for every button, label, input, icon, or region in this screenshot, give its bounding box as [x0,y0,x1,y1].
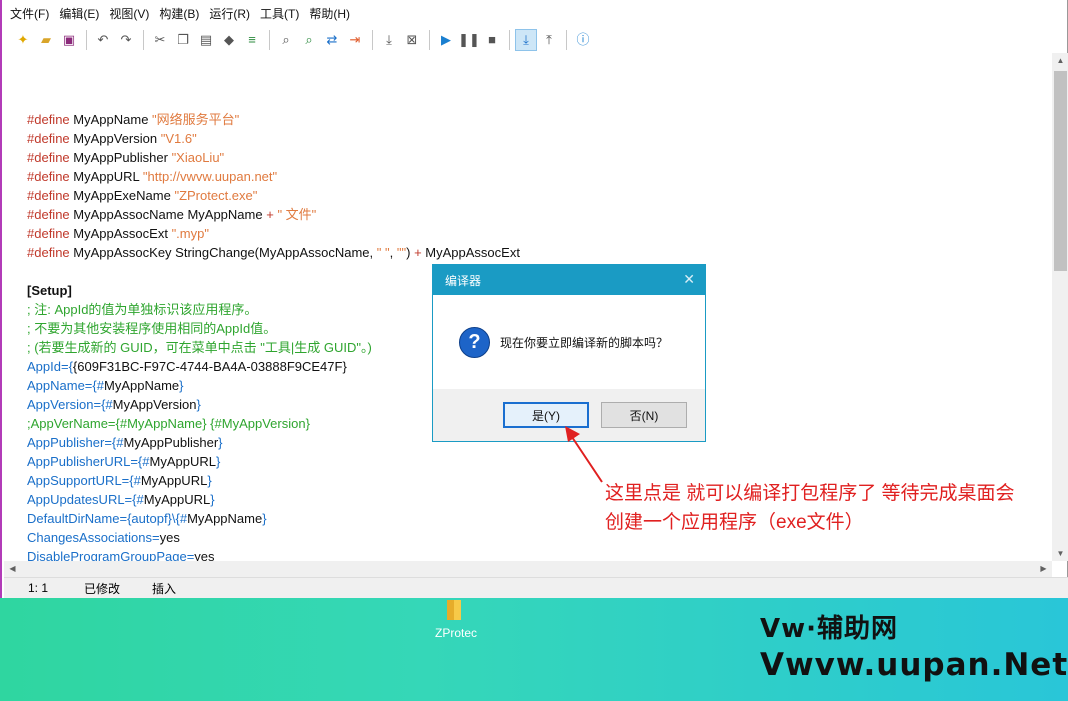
toolbar-separator [143,29,144,50]
insert-mode: 插入 [152,581,177,596]
code-line: #define MyAppName "网络服务平台" [27,112,240,127]
watermark-line: Vwvw.uupan.Net [760,647,1068,683]
menu-help[interactable]: 帮助(H) [307,5,358,22]
dialog-message: 现在你要立即编译新的脚本吗？ [500,335,669,350]
find-icon[interactable]: ⌕ [275,29,297,51]
code-line: #define MyAppAssocName MyAppName + " 文件" [27,207,317,222]
toolbar-separator [269,29,270,50]
run-icon[interactable]: ▶ [435,29,457,51]
dialog-titlebar: 编译器 ✕ [433,265,705,295]
code-line: #define MyAppPublisher "XiaoLiu" [27,150,225,165]
code-line: AppUpdatesURL={#MyAppURL} [27,492,215,507]
toolbar: ✦ ▰ ▣ ↶ ↷ ✂ ❐ ▤ ◆ ≡ ⌕ ⌕ ⇄ ⇥ ⤓ ⊠ ▶ ❚❚ ■ ⤓… [2,26,1067,53]
no-button[interactable]: 否(N) [601,402,687,428]
code-line: DefaultDirName={autopf}\{#MyAppName} [27,511,267,526]
annotation-text: 这里点是 就可以编译打包程序了 等待完成桌面会 创建一个应用程序（exe文件） [605,479,1065,537]
dialog-title: 编译器 [445,273,482,288]
stop-compile-icon[interactable]: ⊠ [401,29,423,51]
toolbar-separator [372,29,373,50]
select-all-icon[interactable]: ≡ [241,29,263,51]
open-folder-icon[interactable]: ▰ [35,29,57,51]
toolbar-separator [429,29,430,50]
menu-file[interactable]: 文件(F) [8,5,57,22]
cursor-position: 1: 1 [28,581,49,595]
menu-bar: 文件(F) 编辑(E) 视图(V) 构建(B) 运行(R) 工具(T) 帮助(H… [2,0,1067,26]
menu-run[interactable]: 运行(R) [207,5,258,22]
undo-icon[interactable]: ↶ [92,29,114,51]
desktop-folder-label[interactable]: ZProtec [435,626,477,640]
watermark-line: Vw·辅助网 [760,614,899,644]
dialog-body: ? 现在你要立即编译新的脚本吗？ [433,295,705,389]
new-file-icon[interactable]: ✦ [12,29,34,51]
scroll-down-icon[interactable]: ▼ [1052,549,1068,558]
code-line: ChangesAssociations=yes [27,530,180,545]
question-icon: ? [459,326,490,358]
annotation-line: 这里点是 就可以编译打包程序了 等待完成桌面会 [605,483,1015,504]
pause-icon[interactable]: ❚❚ [458,29,480,51]
goto-icon[interactable]: ⇥ [344,29,366,51]
toolbar-separator [566,29,567,50]
help-icon[interactable]: ⓘ [572,29,594,51]
step-into-icon[interactable]: ⤓ [515,28,537,51]
watermark: Vw·辅助网 Vwvw.uupan.Net [760,608,1068,683]
code-line: AppSupportURL={#MyAppURL} [27,473,212,488]
compile-dialog: 编译器 ✕ ? 现在你要立即编译新的脚本吗？ 是(Y) 否(N) [432,264,706,442]
menu-edit[interactable]: 编辑(E) [57,5,107,22]
code-line: #define MyAppAssocKey StringChange(MyApp… [27,245,520,260]
compile-icon[interactable]: ⤓ [378,29,400,51]
save-icon[interactable]: ▣ [58,29,80,51]
toolbar-separator [509,29,510,50]
scroll-left-icon[interactable]: ◀ [4,564,21,573]
code-line: DisableProgramGroupPage=yes [27,549,215,561]
close-icon[interactable]: ✕ [683,271,695,288]
modified-status: 已修改 [84,581,121,596]
menu-view[interactable]: 视图(V) [107,5,157,22]
annotation-line: 创建一个应用程序（exe文件） [605,512,864,533]
redo-icon[interactable]: ↷ [115,29,137,51]
copy-icon[interactable]: ❐ [172,29,194,51]
code-line: #define MyAppVersion "V1.6" [27,131,197,146]
eraser-icon[interactable]: ◆ [218,29,240,51]
replace-icon[interactable]: ⇄ [321,29,343,51]
code-line: #define MyAppAssocExt ".myp" [27,226,209,241]
find-next-icon[interactable]: ⌕ [298,29,320,51]
scroll-up-icon[interactable]: ▲ [1052,56,1068,65]
horizontal-scrollbar[interactable]: ◀ ▶ [4,561,1052,577]
paste-icon[interactable]: ▤ [195,29,217,51]
scroll-right-icon[interactable]: ▶ [1035,564,1052,573]
step-out-icon[interactable]: ⤒ [538,29,560,51]
menu-tools[interactable]: 工具(T) [258,5,307,22]
cut-icon[interactable]: ✂ [149,29,171,51]
code-line: #define MyAppURL "http://vwvw.uupan.net" [27,169,278,184]
scroll-thumb[interactable] [1054,71,1067,271]
menu-build[interactable]: 构建(B) [157,5,207,22]
code-line: #define MyAppExeName "ZProtect.exe" [27,188,258,203]
code-line: AppPublisherURL={#MyAppURL} [27,454,221,469]
annotation-arrow [565,426,603,483]
status-bar: 1: 1 已修改 插入 [4,577,1068,598]
toolbar-separator [86,29,87,50]
folder-icon[interactable] [443,598,469,620]
stop-icon[interactable]: ■ [481,29,503,51]
